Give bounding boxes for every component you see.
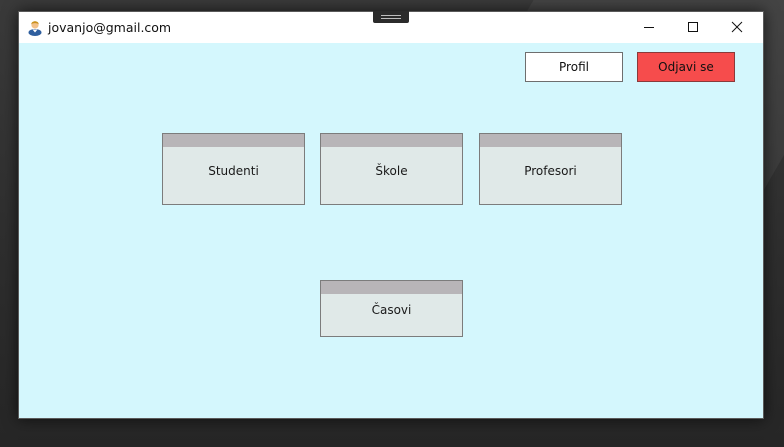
tile-label: Časovi [371,303,412,317]
minimize-button[interactable] [627,12,671,43]
app-window: jovanjo@gmail.com Profil Odjavi se Stude… [18,11,764,419]
professors-tile[interactable]: Profesori [479,133,622,205]
window-title: jovanjo@gmail.com [48,20,172,35]
tile-header-strip [321,281,462,294]
close-icon [731,21,743,33]
tile-label: Škole [375,164,408,178]
logout-button[interactable]: Odjavi se [637,52,735,82]
tile-label: Profesori [524,164,577,178]
schools-tile[interactable]: Škole [320,133,463,205]
tile-label: Studenti [208,164,259,178]
tile-header-strip [163,134,304,147]
students-tile[interactable]: Studenti [162,133,305,205]
user-avatar-icon [28,21,42,36]
profile-button[interactable]: Profil [525,52,623,82]
close-button[interactable] [715,12,759,43]
minimize-icon [644,27,654,28]
classes-tile[interactable]: Časovi [320,280,463,337]
maximize-icon [688,22,698,32]
tile-header-strip [480,134,621,147]
tile-header-strip [321,134,462,147]
drag-grip-icon[interactable] [373,11,409,23]
maximize-button[interactable] [671,12,715,43]
